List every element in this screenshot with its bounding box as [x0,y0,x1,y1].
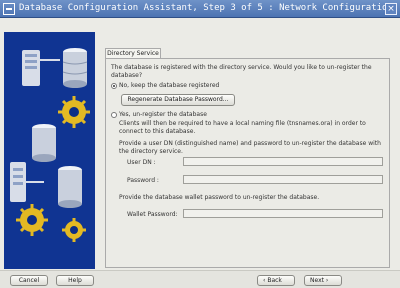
dn-prompt: Provide a user DN (distinguished name) a… [119,140,381,155]
next-label: Next [310,277,324,284]
title-bar: Database Configuration Assistant, Step 3… [0,0,400,18]
keep-registered-radio[interactable] [111,83,117,89]
wallet-password-label: Wallet Password: [127,211,178,218]
window-menu-icon[interactable] [3,3,15,15]
user-dn-label: User DN : [127,159,156,166]
unregister-label[interactable]: Yes, un-register the database [119,111,319,119]
divider [0,270,400,271]
close-button[interactable]: × [385,3,397,15]
database-cylinder-icon [58,166,82,208]
window-title: Database Configuration Assistant, Step 3… [19,3,393,13]
keep-registered-label[interactable]: No, keep the database registered [119,82,319,90]
database-cylinder-icon [32,124,56,162]
unregister-note: Clients will then be required to have a … [119,120,366,135]
database-illustration [4,32,95,269]
user-dn-field[interactable] [183,157,383,166]
unregister-radio[interactable] [111,112,117,118]
back-label: Back [267,277,282,284]
wallet-password-field[interactable] [183,209,383,218]
wizard-navigation: Cancel Help ‹ Back Next › [0,270,400,288]
password-label: Password : [127,177,159,184]
help-button[interactable]: Help [56,275,94,286]
back-button[interactable]: ‹ Back [257,275,295,286]
chevron-right-icon: › [325,277,329,284]
database-cylinder-icon [62,48,88,88]
wizard-panel: Directory Service The database is regist… [0,18,400,270]
wallet-prompt: Provide the database wallet password to … [119,194,320,201]
unregister-question: The database is registered with the dire… [111,64,372,79]
chevron-left-icon: ‹ [263,277,266,284]
regenerate-password-button[interactable]: Regenerate Database Password... [121,94,235,106]
password-field[interactable] [183,175,383,184]
next-button[interactable]: Next › [304,275,342,286]
cancel-button[interactable]: Cancel [10,275,48,286]
